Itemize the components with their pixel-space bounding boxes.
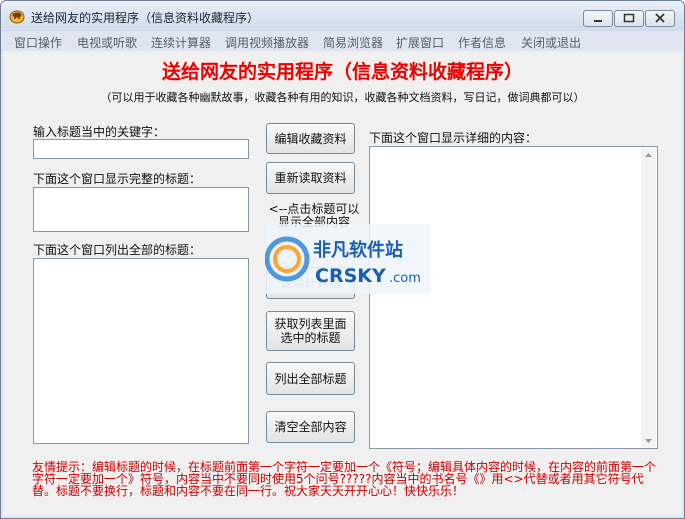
menu-close-exit[interactable]: 关闭或退出 xyxy=(521,34,581,51)
close-button[interactable] xyxy=(645,10,675,27)
crsky-watermark: 非凡软件站 CRSKY .com xyxy=(265,224,430,294)
watermark-domain: CRSKY xyxy=(315,265,386,287)
full-title-field[interactable] xyxy=(33,187,249,232)
titles-list[interactable] xyxy=(33,258,249,444)
detail-scrollbar[interactable] xyxy=(641,148,656,447)
detail-label: 下面这个窗口显示详细的内容： xyxy=(369,131,538,145)
app-icon xyxy=(9,10,25,24)
detail-content-field[interactable] xyxy=(369,146,658,449)
maximize-button[interactable] xyxy=(614,10,644,27)
edit-collection-button[interactable]: 编辑收藏资料 xyxy=(266,123,355,154)
get-selected-title-button[interactable]: 获取列表里面选中的标题 xyxy=(266,311,355,351)
minimize-button[interactable] xyxy=(583,10,613,27)
menu-bar: 窗口操作 电视或听歌 连续计算器 调用视频播放器 简易浏览器 扩展窗口 作者信息… xyxy=(1,31,684,51)
tip-footer: 友情提示：编辑标题的时候，在标题前面第一个字符一定要加一个《符号；编辑具体内容的… xyxy=(32,460,657,498)
title-bar[interactable]: 送给网友的实用程序（信息资料收藏程序） xyxy=(1,1,684,31)
keyword-label: 输入标题当中的关键字： xyxy=(33,125,166,139)
reload-data-button[interactable]: 重新读取资料 xyxy=(266,162,355,194)
close-icon xyxy=(655,13,665,23)
maximize-icon xyxy=(623,13,635,23)
client-area: 送给网友的实用程序（信息资料收藏程序） （可以用于收藏各种幽默故事，收藏各种有用… xyxy=(3,51,682,516)
full-title-label: 下面这个窗口显示完整的标题： xyxy=(33,172,202,186)
keyword-input[interactable] xyxy=(33,139,249,159)
page-subtitle: （可以用于收藏各种幽默故事，收藏各种有用的知识，收藏各种文档资料，写日记，做词典… xyxy=(100,91,585,104)
menu-extend-window[interactable]: 扩展窗口 xyxy=(396,34,444,51)
all-titles-label: 下面这个窗口列出全部的标题： xyxy=(33,243,202,257)
watermark-tld: .com xyxy=(389,271,421,286)
page-title: 送给网友的实用程序（信息资料收藏程序） xyxy=(161,61,523,83)
menu-browser[interactable]: 简易浏览器 xyxy=(323,34,383,51)
menu-calculator[interactable]: 连续计算器 xyxy=(151,34,211,51)
menu-tv-music[interactable]: 电视或听歌 xyxy=(77,34,137,51)
scroll-arrows-icon xyxy=(645,153,652,443)
clear-all-button[interactable]: 清空全部内容 xyxy=(266,411,355,443)
menu-window-ops[interactable]: 窗口操作 xyxy=(14,34,62,51)
minimize-icon xyxy=(594,20,602,22)
list-all-titles-button[interactable]: 列出全部标题 xyxy=(266,362,355,395)
menu-video-player[interactable]: 调用视频播放器 xyxy=(225,34,309,51)
watermark-brand: 非凡软件站 xyxy=(313,239,403,261)
window-title: 送给网友的实用程序（信息资料收藏程序） xyxy=(31,11,260,25)
app-window: 送给网友的实用程序（信息资料收藏程序） 窗口操作 电视或听歌 连续计算器 调用视… xyxy=(0,0,685,519)
menu-author-info[interactable]: 作者信息 xyxy=(458,34,506,51)
